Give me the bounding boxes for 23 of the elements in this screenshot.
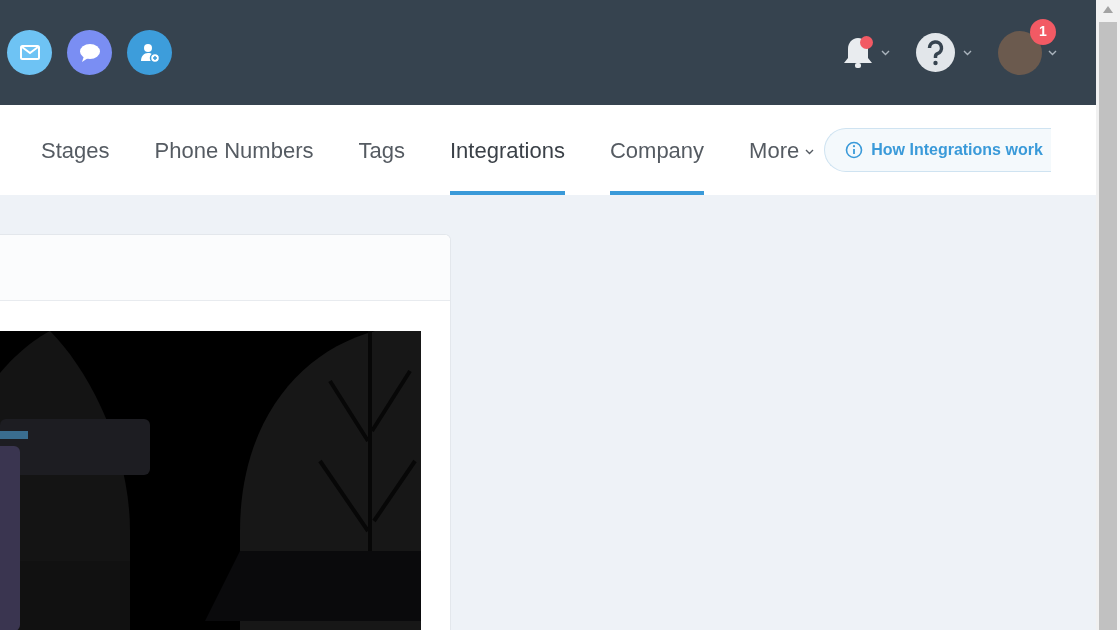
notification-count: 1	[1030, 18, 1056, 45]
info-icon	[845, 141, 864, 159]
add-contact-button[interactable]	[127, 30, 172, 75]
tab[interactable]: Company	[609, 105, 705, 195]
email-button[interactable]	[7, 30, 52, 75]
speech-bubble-icon	[78, 42, 101, 63]
scrollbar-thumb[interactable]	[1099, 22, 1117, 630]
help-menu-button[interactable]	[916, 33, 972, 72]
avatar	[998, 30, 1042, 75]
more-menu-tab[interactable]: More	[749, 105, 815, 195]
caret-icon	[805, 148, 815, 155]
question-mark-icon	[916, 33, 955, 72]
caret-icon	[1048, 49, 1057, 56]
tab[interactable]: Integrations	[449, 105, 565, 195]
caret-icon	[963, 49, 972, 56]
envelope-icon	[19, 45, 40, 60]
caret-icon	[881, 49, 890, 56]
tab[interactable]: Stages	[41, 105, 110, 195]
chat-button[interactable]	[67, 30, 112, 75]
tab[interactable]: Phone Numbers	[154, 105, 314, 195]
person-plus-icon	[138, 41, 161, 64]
scroll-up-arrow-icon	[1103, 6, 1113, 13]
tab[interactable]: Tags	[358, 105, 405, 195]
